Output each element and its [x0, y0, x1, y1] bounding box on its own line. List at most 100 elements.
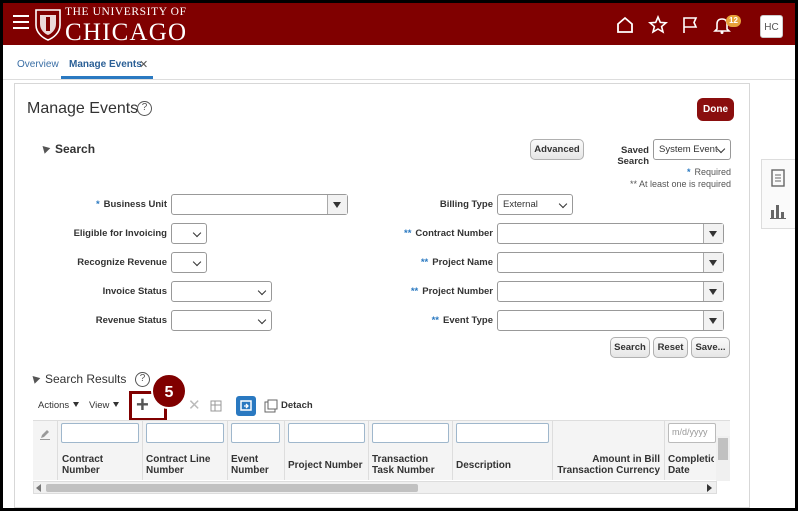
collapse-triangle-icon[interactable] [39, 143, 51, 154]
document-icon[interactable] [770, 169, 786, 187]
scrollbar-thumb[interactable] [46, 484, 418, 492]
column-header-description[interactable]: Description [456, 460, 511, 471]
filter-event-number[interactable] [231, 423, 280, 443]
col-line: Contract [62, 454, 104, 465]
invoice-status-select[interactable] [171, 281, 272, 302]
dropdown-arrow-icon[interactable] [703, 253, 723, 272]
scroll-right-icon[interactable] [707, 484, 712, 492]
university-wordmark[interactable]: THE UNIVERSITY OF CHICAGO [65, 6, 187, 44]
flag-icon[interactable] [680, 15, 700, 35]
app-window: THE UNIVERSITY OF CHICAGO 12 HC Overview… [3, 3, 795, 508]
dropdown-arrow-icon[interactable] [327, 195, 347, 214]
view-menu-label: View [89, 400, 110, 411]
billing-type-select[interactable]: External [497, 194, 573, 215]
revenue-status-select[interactable] [171, 310, 272, 331]
project-name-combobox[interactable] [497, 252, 724, 273]
col-line: Contract Line [146, 454, 211, 465]
at-least-one-note: ** At least one is required [629, 179, 731, 189]
filter-contract-number[interactable] [61, 423, 139, 443]
column-divider [452, 420, 453, 480]
search-results-header[interactable]: Search Results [29, 372, 126, 386]
project-name-label: ** Project Name [420, 257, 493, 268]
detach-icon[interactable] [264, 399, 278, 413]
done-button[interactable]: Done [697, 98, 734, 121]
advanced-button[interactable]: Advanced [530, 139, 584, 160]
search-button[interactable]: Search [610, 337, 650, 358]
table-settings-icon[interactable] [209, 399, 223, 413]
scrollbar-thumb[interactable] [718, 438, 728, 460]
university-shield-logo[interactable] [33, 7, 63, 41]
event-type-combobox[interactable] [497, 310, 724, 331]
notification-badge: 12 [726, 15, 741, 27]
filter-completion-date[interactable]: m/d/yyyy [668, 423, 716, 443]
chevron-down-icon [257, 315, 267, 325]
results-help-icon[interactable]: ? [135, 372, 150, 387]
dropdown-arrow-icon[interactable] [703, 282, 723, 301]
view-menu[interactable]: View [89, 400, 120, 411]
actions-menu[interactable]: Actions [38, 400, 80, 411]
horizontal-scrollbar[interactable] [33, 481, 717, 494]
column-header-transaction-task-number[interactable]: Transaction Task Number [372, 454, 435, 476]
recognize-revenue-label: Recognize Revenue [77, 257, 167, 268]
close-tab-icon[interactable]: ✕ [139, 58, 148, 71]
collapse-triangle-icon[interactable] [29, 373, 41, 384]
save-search-button[interactable]: Save... [691, 337, 730, 358]
contract-number-combobox[interactable] [497, 223, 724, 244]
col-line: Date [668, 465, 690, 476]
dropdown-arrow-icon[interactable] [703, 224, 723, 243]
contract-number-label-text: Contract Number [415, 228, 493, 239]
scroll-left-icon[interactable] [36, 484, 41, 492]
help-icon[interactable]: ? [137, 101, 152, 116]
home-icon[interactable] [615, 15, 635, 35]
column-divider [368, 420, 369, 480]
tab-bar: Overview Manage Events ✕ [3, 45, 795, 80]
revenue-status-label: Revenue Status [95, 315, 167, 326]
filter-description[interactable] [456, 423, 549, 443]
column-header-amount[interactable]: Amount in Bill Transaction Currency [556, 454, 660, 476]
filter-contract-line-number[interactable] [146, 423, 224, 443]
column-header-project-number[interactable]: Project Number [288, 460, 362, 471]
project-number-combobox[interactable] [497, 281, 724, 302]
detach-button[interactable]: Detach [281, 400, 313, 411]
saved-search-select[interactable]: System Event [653, 139, 731, 160]
add-row-icon[interactable]: + [136, 392, 149, 418]
vertical-scrollbar[interactable] [716, 436, 730, 481]
reset-button[interactable]: Reset [653, 337, 688, 358]
column-header-contract-line-number[interactable]: Contract Line Number [146, 454, 210, 476]
delete-row-icon[interactable]: ✕ [188, 396, 201, 414]
col-line: Number [146, 465, 184, 476]
column-divider [227, 420, 228, 480]
active-tab-indicator [61, 76, 153, 79]
business-unit-combobox[interactable] [171, 194, 348, 215]
col-line: Transaction [372, 454, 429, 465]
pencil-icon[interactable] [39, 428, 51, 440]
menu-icon[interactable] [13, 15, 29, 29]
chevron-down-icon [192, 257, 202, 267]
filter-project-number[interactable] [288, 423, 365, 443]
star-icon[interactable] [648, 15, 668, 35]
step-callout: 5 [151, 373, 187, 409]
bar-chart-icon[interactable] [769, 202, 787, 220]
tab-manage-events[interactable]: Manage Events [69, 59, 142, 70]
user-avatar[interactable]: HC [760, 15, 783, 38]
chevron-down-icon [192, 228, 202, 238]
column-header-event-number[interactable]: Event Number [231, 454, 269, 476]
column-header-completion-date[interactable]: Completic Date [668, 454, 714, 476]
column-header-contract-number[interactable]: Contract Number [62, 454, 103, 476]
eligible-for-invoicing-select[interactable] [171, 223, 207, 244]
col-line: Transaction Currency [557, 465, 660, 476]
column-divider [142, 420, 143, 480]
tab-overview[interactable]: Overview [17, 59, 59, 70]
project-number-label: ** Project Number [410, 286, 493, 297]
dropdown-arrow-icon[interactable] [703, 311, 723, 330]
col-line: Task Number [372, 465, 435, 476]
export-icon[interactable] [236, 396, 256, 416]
saved-search-label: Saved Search [617, 145, 649, 167]
filter-transaction-task-number[interactable] [372, 423, 449, 443]
col-line: Amount in Bill [592, 454, 660, 465]
event-type-label-text: Event Type [443, 315, 493, 326]
side-panel [761, 159, 795, 229]
column-divider [552, 420, 553, 480]
search-section-header[interactable]: Search [39, 142, 95, 156]
recognize-revenue-select[interactable] [171, 252, 207, 273]
